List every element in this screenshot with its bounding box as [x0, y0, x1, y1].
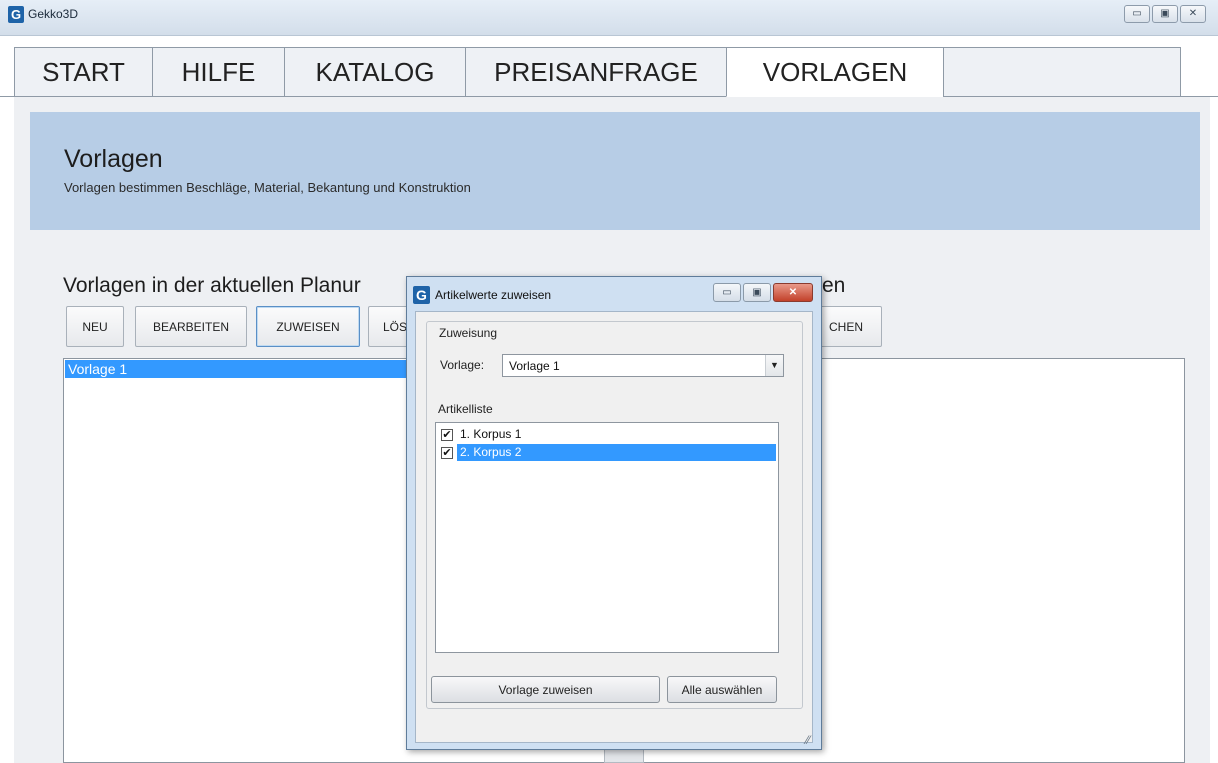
list-item-label: 1. Korpus 1 — [460, 427, 522, 441]
tab-vorlagen[interactable]: VORLAGEN — [726, 47, 944, 97]
minimize-icon[interactable]: ▭ — [1124, 5, 1150, 23]
list-item[interactable]: ✔ 1. Korpus 1 — [438, 426, 776, 443]
tab-start[interactable]: START — [14, 47, 153, 97]
list-item[interactable]: ✔ 2. Korpus 2 — [438, 444, 776, 461]
vorlage-select[interactable]: Vorlage 1 ▼ — [502, 354, 784, 377]
page-title: Vorlagen — [64, 145, 163, 173]
chevron-down-icon[interactable]: ▼ — [765, 355, 783, 376]
app-logo-icon: G — [8, 6, 24, 23]
edit-button[interactable]: BEARBEITEN — [135, 306, 247, 347]
select-all-button[interactable]: Alle auswählen — [667, 676, 777, 703]
dialog-caption-buttons: ▭ ▣ ✕ — [711, 283, 813, 302]
window-caption-buttons: ▭ ▣ ✕ — [1122, 5, 1206, 23]
section-title-right: en — [822, 274, 846, 297]
dialog-titlebar[interactable]: G Artikelwerte zuweisen ▭ ▣ ✕ — [407, 277, 821, 311]
resize-grip-icon[interactable]: ⁄⁄ — [806, 733, 810, 747]
minimize-icon[interactable]: ▭ — [713, 283, 741, 302]
window-titlebar: G Gekko3D ▭ ▣ ✕ — [0, 0, 1218, 36]
section-title-current-plan: Vorlagen in der aktuellen Planur — [63, 274, 361, 297]
list-item-label: 2. Korpus 2 — [457, 444, 776, 461]
assign-template-button[interactable]: Vorlage zuweisen — [431, 676, 660, 703]
assign-button[interactable]: ZUWEISEN — [256, 306, 360, 347]
main-tabs: START HILFE KATALOG PREISANFRAGE VORLAGE… — [14, 47, 1181, 97]
maximize-icon[interactable]: ▣ — [743, 283, 771, 302]
tab-hilfe[interactable]: HILFE — [152, 47, 285, 97]
group-label: Zuweisung — [436, 326, 501, 340]
article-list[interactable]: ✔ 1. Korpus 1 ✔ 2. Korpus 2 — [435, 422, 779, 653]
checkbox[interactable]: ✔ — [441, 429, 453, 441]
header-band — [30, 112, 1200, 230]
app-logo-icon: G — [413, 286, 430, 304]
checkbox[interactable]: ✔ — [441, 447, 453, 459]
close-icon[interactable]: ✕ — [773, 283, 813, 302]
close-icon[interactable]: ✕ — [1180, 5, 1206, 23]
window-title: Gekko3D — [28, 7, 79, 21]
tab-empty — [943, 47, 1181, 97]
vorlage-label: Vorlage: — [440, 358, 485, 372]
maximize-icon[interactable]: ▣ — [1152, 5, 1178, 23]
tab-preisanfrage[interactable]: PREISANFRAGE — [465, 47, 727, 97]
article-list-label: Artikelliste — [438, 402, 493, 416]
vorlage-select-value: Vorlage 1 — [509, 359, 560, 373]
dialog-title: Artikelwerte zuweisen — [435, 288, 552, 302]
new-button[interactable]: NEU — [66, 306, 124, 347]
tab-katalog[interactable]: KATALOG — [284, 47, 466, 97]
page-subtitle: Vorlagen bestimmen Beschläge, Material, … — [64, 180, 471, 195]
